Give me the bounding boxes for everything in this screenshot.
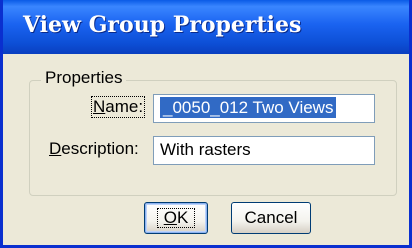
name-label: Name: xyxy=(91,96,146,118)
name-field-value: _0050_012 Two Views xyxy=(160,97,337,118)
description-label: Description: xyxy=(49,139,139,159)
name-label-text: ame: xyxy=(105,97,144,116)
ok-button-label: OK xyxy=(156,208,196,228)
properties-group-label: Properties xyxy=(41,68,127,88)
name-label-mnemonic: N xyxy=(93,97,106,116)
view-group-properties-dialog: View Group Properties Properties Name: _… xyxy=(0,0,412,248)
description-field-value: With rasters xyxy=(160,140,251,159)
description-field[interactable]: With rasters xyxy=(153,136,375,165)
ok-button-text: K xyxy=(176,208,189,227)
description-label-text: escription: xyxy=(61,139,139,158)
cancel-button-label: Cancel xyxy=(244,208,298,227)
ok-button[interactable]: OK xyxy=(144,202,208,234)
description-label-mnemonic: D xyxy=(49,139,62,158)
name-field[interactable]: _0050_012 Two Views xyxy=(153,94,375,123)
title-bar[interactable]: View Group Properties xyxy=(3,0,409,54)
dialog-title: View Group Properties xyxy=(23,12,302,38)
cancel-button[interactable]: Cancel xyxy=(231,202,311,234)
ok-button-mnemonic: O xyxy=(163,208,177,227)
